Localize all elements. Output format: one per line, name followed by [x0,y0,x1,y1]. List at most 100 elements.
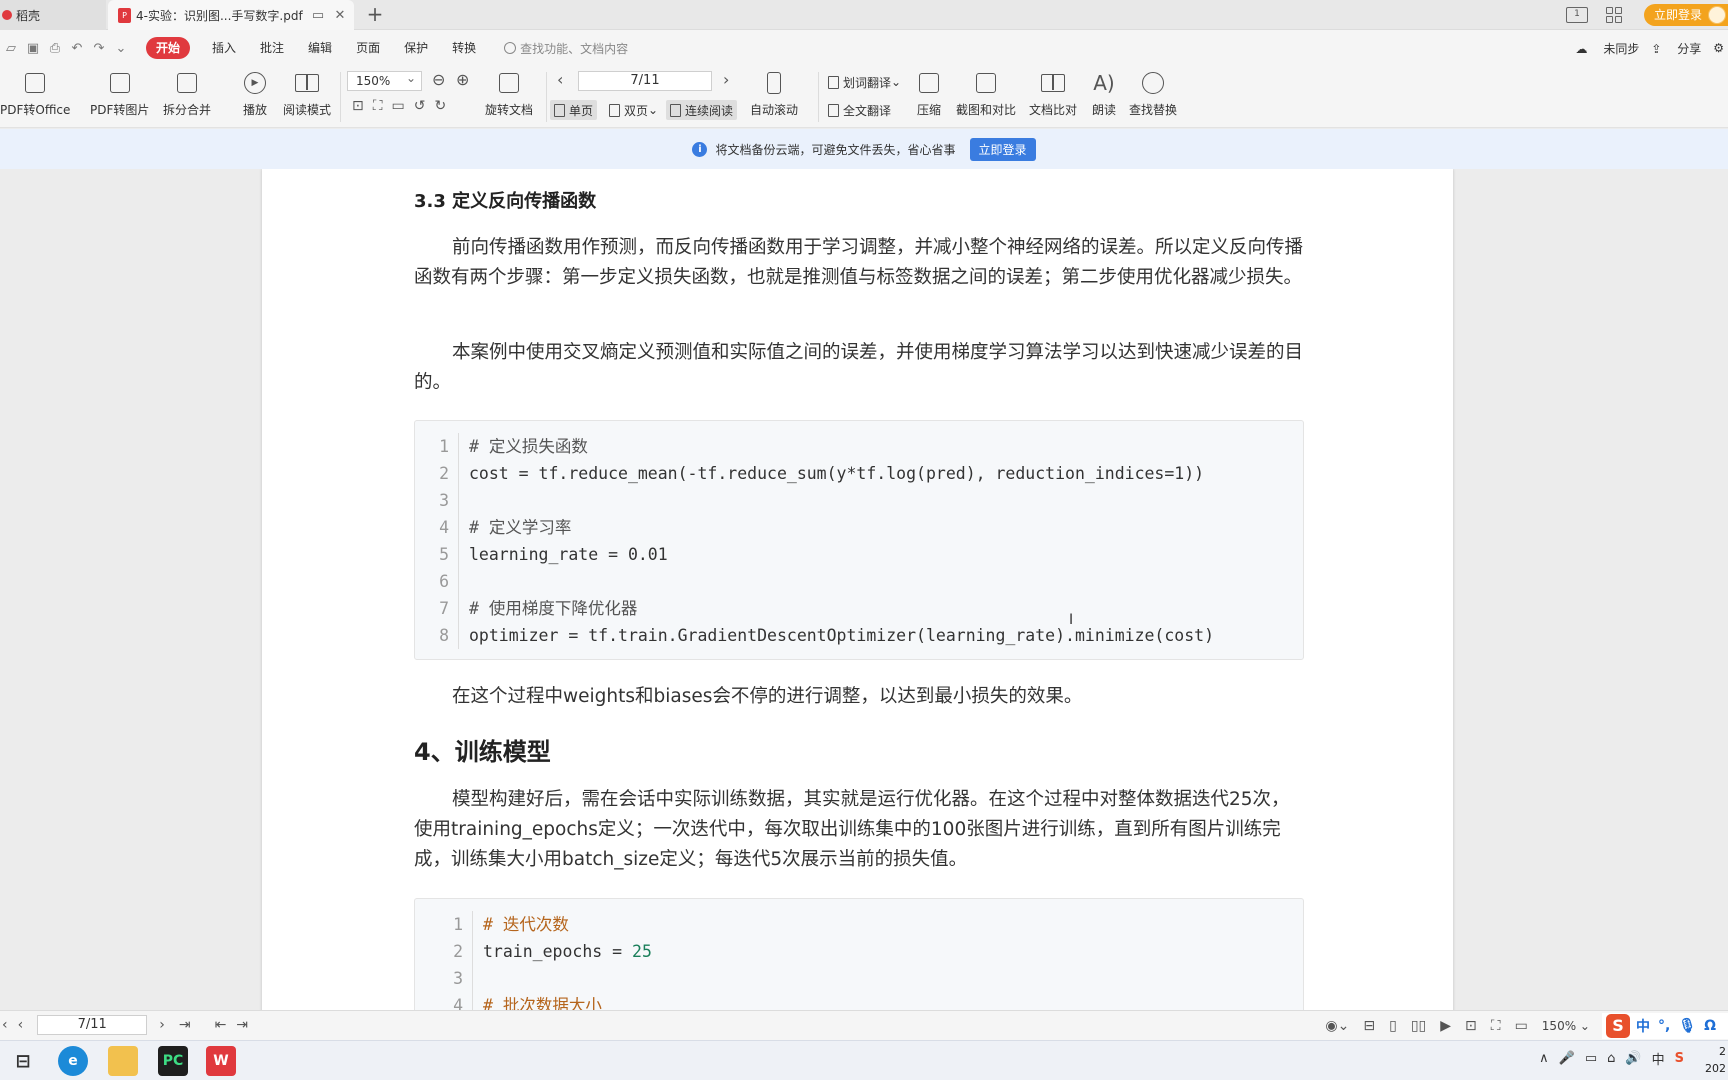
ime-punctuation-icon[interactable]: °, [1658,1018,1670,1034]
ime-chinese-mode[interactable]: 中 [1636,1016,1650,1036]
rotate-right-icon[interactable]: ↻ [435,98,447,114]
pdf-to-office-button[interactable]: PDF转Office [0,70,70,118]
zoom-value: 150% [356,74,391,88]
redo-icon[interactable]: ↷ [88,41,110,56]
window-layout-icon[interactable]: 1 [1565,7,1588,23]
code-line: 2 train_epochs = 25 [415,938,1303,965]
eye-protection-icon[interactable]: ◉⌄ [1325,1018,1349,1034]
file-explorer-icon[interactable] [108,1046,138,1076]
new-tab-button[interactable]: + [364,4,386,26]
fit-width-status-icon[interactable]: ▭ [1515,1018,1528,1034]
menu-edit[interactable]: 编辑 [296,37,344,59]
full-translate-button[interactable]: 全文翻译 [824,100,895,120]
find-replace-button[interactable]: 查找替换 [1129,70,1177,118]
cloud-sync-status[interactable]: ☁ 未同步 [1576,40,1640,57]
compress-button[interactable]: 压缩 [916,70,942,118]
ime-microphone-icon[interactable]: 🎙 [1678,1018,1696,1034]
ime-omega-icon[interactable]: Ω [1704,1018,1716,1034]
settings-gear-icon[interactable]: ⚙ [1713,41,1724,55]
prev-page-status-icon[interactable]: ‹ [18,1017,24,1033]
continuous-read-button[interactable]: 连续阅读 [666,100,738,120]
double-view-icon[interactable]: ▯▯ [1411,1018,1426,1034]
compress-label: 压缩 [916,103,941,117]
pin-icon[interactable]: ▭ [310,7,326,23]
docer-logo-icon [2,10,12,20]
wps-office-icon[interactable]: W [206,1046,236,1076]
pycharm-icon[interactable]: PC [158,1046,188,1076]
ime-toolbar[interactable]: S 中 °, 🎙 Ω [1601,1013,1728,1039]
word-translate-button[interactable]: 划词翻译 ⌄ [824,72,905,92]
line-number: 8 [415,622,459,649]
continuous-view-icon[interactable]: ⊟ [1363,1018,1375,1034]
zoom-out-icon[interactable]: ⊖ [432,70,445,89]
tray-sogou-icon[interactable]: S [1675,1051,1684,1066]
single-view-icon[interactable]: ▯ [1389,1018,1397,1034]
play-button[interactable]: ▶ 播放 [242,70,268,118]
document-viewport[interactable]: 3.3 定义反向传播函数 前向传播函数用作预测，而反向传播函数用于学习调整，并减… [0,169,1728,1010]
actual-size-status-icon[interactable]: ⊡ [1465,1018,1477,1034]
double-page-button[interactable]: 双页 ⌄ [605,100,662,120]
pdf-to-image-button[interactable]: PDF转图片 [90,70,149,118]
tray-chevron-icon[interactable]: ∧ [1539,1051,1549,1066]
notice-login-button[interactable]: 立即登录 [969,137,1036,161]
status-page-input[interactable]: 7/11 [37,1015,148,1035]
single-page-button[interactable]: 单页 [550,100,598,120]
actual-size-icon[interactable]: ⊡ [352,98,364,114]
menu-convert[interactable]: 转换 [440,37,488,59]
first-page-icon[interactable]: ‹ [2,1017,8,1033]
next-page-icon[interactable]: › [723,70,729,89]
read-mode-button[interactable]: 阅读模式 [283,70,331,118]
back-icon[interactable]: ⇤ [215,1017,227,1033]
fit-width-icon[interactable]: ▭ [392,98,405,114]
forward-icon[interactable]: ⇥ [236,1017,248,1033]
menu-protect[interactable]: 保护 [392,37,440,59]
rotate-doc-button[interactable]: 旋转文档 [485,70,533,118]
rotate-left-icon[interactable]: ↺ [414,98,426,114]
edge-browser-icon[interactable]: e [58,1046,88,1076]
function-search[interactable]: 查找功能、文档内容 [504,40,628,57]
system-clock[interactable]: 2 202 [1705,1043,1726,1077]
screenshot-compare-button[interactable]: 截图和对比 [956,70,1016,118]
zoom-in-icon[interactable]: ⊕ [456,70,469,89]
tray-ime-icon[interactable]: 中 [1652,1049,1665,1068]
paragraph-weights-biases: 在这个过程中weights和biases会不停的进行调整，以达到最小损失的效果。 [452,686,1083,707]
info-icon: i [692,141,708,157]
notice-text: 将文档备份云端，可避免文件丢失，省心省事 [715,142,956,157]
fit-page-icon[interactable]: ⛶ [373,98,383,114]
tray-battery-icon[interactable]: ▭ [1585,1051,1597,1066]
tab-home[interactable]: 稻壳 [0,0,106,30]
code-line: 3 [415,487,1303,514]
menu-insert[interactable]: 插入 [200,37,248,59]
menu-annotate[interactable]: 批注 [248,37,296,59]
close-tab-icon[interactable]: ✕ [332,7,348,23]
menu-page[interactable]: 页面 [344,37,392,59]
auto-scroll-button[interactable]: 自动滚动 [750,70,798,118]
save-icon[interactable]: ▣ [22,41,44,56]
play-presentation-icon[interactable]: ▶ [1440,1018,1451,1034]
tray-mic-icon[interactable]: 🎤 [1559,1051,1575,1066]
tab-document[interactable]: P 4-实验：识别图...手写数字.pdf ▭ ✕ [108,0,354,30]
apps-grid-icon[interactable] [1605,7,1622,23]
last-page-icon[interactable]: ⇥ [179,1017,191,1033]
prev-page-icon[interactable]: ‹ [557,70,563,89]
split-merge-button[interactable]: 拆分合并 [163,70,211,118]
tray-network-icon[interactable]: ⌂ [1607,1051,1615,1066]
customize-chevron-icon[interactable]: ⌄ [110,41,132,56]
open-folder-icon[interactable]: ▱ [0,41,22,56]
status-zoom-select[interactable]: 150% ⌄ [1542,1019,1590,1033]
menu-start[interactable]: 开始 [146,37,191,59]
login-button-top[interactable]: 立即登录 [1643,4,1728,26]
avatar-icon [1708,6,1726,24]
zoom-select[interactable]: 150% [347,69,422,91]
doc-compare-button[interactable]: 文档比对 [1029,70,1077,118]
undo-icon[interactable]: ↶ [66,41,88,56]
read-aloud-button[interactable]: A) 朗读 [1091,70,1117,118]
share-button[interactable]: ⇪ 分享 [1651,40,1701,57]
task-view-icon[interactable]: ⊟ [8,1046,38,1076]
tray-volume-icon[interactable]: 🔊 [1625,1051,1641,1066]
print-icon[interactable]: ⎙ [44,41,66,56]
find-replace-label: 查找替换 [1129,103,1178,117]
fit-page-status-icon[interactable]: ⛶ [1491,1018,1501,1034]
page-number-input[interactable]: 7/11 [578,71,712,91]
next-page-status-icon[interactable]: › [159,1017,165,1033]
